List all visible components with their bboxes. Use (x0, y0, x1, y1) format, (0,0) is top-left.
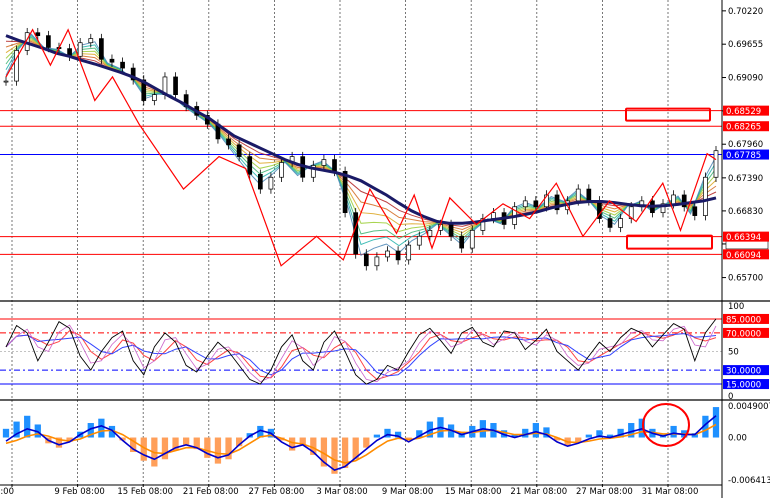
macd-histogram-bar (24, 415, 31, 438)
price-level-label: 0.66394 (726, 233, 761, 243)
candle-body (77, 42, 83, 57)
candle-body (342, 171, 348, 214)
candle-body (416, 235, 422, 246)
candle-body (469, 230, 475, 249)
macd-histogram-bar (214, 437, 222, 464)
candle-body (459, 235, 465, 249)
macd-histogram-bar (575, 437, 582, 442)
x-tick-label: 15 Mar 08:00 (445, 487, 502, 497)
candle-body (406, 244, 412, 261)
x-tick-label: 21 Feb 08:00 (183, 487, 239, 497)
macd-histogram-bar (585, 434, 592, 438)
y-tick-label: 0.69090 (728, 74, 763, 84)
candle-body (353, 212, 359, 255)
y-tick-label: -0.006413 (728, 476, 770, 486)
macd-histogram-bar (161, 437, 169, 460)
y-tick-label: 0.70220 (728, 7, 763, 17)
osc-level-label: 85.0000 (726, 315, 761, 325)
osc-level-label: 15.0000 (726, 381, 761, 391)
price-level-label: 0.68529 (726, 107, 761, 117)
osc-level-label: 30.0000 (726, 367, 761, 377)
y-tick-label: 0.69655 (728, 40, 763, 50)
x-tick-label: 27 Mar 08:00 (576, 487, 633, 497)
candle-body (363, 253, 369, 267)
candle-body (491, 212, 496, 219)
candle-body (109, 58, 115, 63)
price-level-label: 0.67785 (726, 151, 761, 161)
candle-body (374, 256, 380, 267)
candle-body (607, 218, 613, 228)
candle-body (321, 159, 327, 166)
candle-body (3, 80, 9, 83)
x-tick-label: 15 Feb 08:00 (117, 487, 173, 497)
candle-body (247, 156, 253, 175)
macd-histogram-bar (670, 425, 677, 438)
candle-body (88, 38, 94, 44)
candle-body (522, 200, 528, 208)
macd-histogram-bar (2, 428, 10, 438)
candle-body (332, 159, 337, 172)
candle-body (226, 138, 231, 146)
y-tick-label: 0.65700 (728, 274, 763, 284)
candle-body (427, 230, 433, 237)
candle-body (99, 38, 104, 60)
y-tick-label: 0.67960 (728, 140, 763, 150)
x-tick-label: 21 Mar 08:00 (510, 487, 567, 497)
candle-body (395, 250, 401, 261)
osc-level-label: 70.0000 (726, 329, 761, 339)
macd-histogram-bar (712, 407, 720, 438)
macd-histogram-bar (183, 437, 190, 445)
chart-window: b 08:00 9 Feb 08:00 15 Feb 08:00 21 Feb 08:… (0, 0, 770, 498)
y-tick-label: 0.66830 (728, 207, 763, 217)
y-tick-label: 0.67390 (728, 174, 763, 184)
x-tick-label: 27 Feb 08:00 (249, 487, 305, 497)
candle-body (713, 150, 719, 178)
x-tick-label: 31 Mar 08:00 (642, 487, 699, 497)
y-tick-label: 50 (728, 348, 739, 358)
candle-body (385, 250, 390, 258)
candle-body (671, 194, 676, 205)
candle-body (257, 173, 263, 190)
candle-body (236, 144, 242, 157)
macd-histogram-bar (363, 437, 370, 448)
macd-histogram-bar (522, 428, 529, 438)
candle-body (448, 224, 454, 237)
x-tick-label: b 08:00 (0, 487, 14, 497)
price-level-label: 0.68265 (726, 123, 761, 133)
macd-histogram-bar (532, 423, 539, 438)
y-tick-label: 100 (728, 302, 744, 312)
candle-body (618, 218, 623, 228)
macd-histogram-bar (288, 437, 296, 451)
macd-histogram-bar (373, 434, 381, 438)
y-tick-label: 0.00 (728, 434, 747, 444)
y-tick-label: 0.0049007 (728, 402, 770, 412)
macd-histogram-bar (98, 418, 105, 438)
candle-body (120, 61, 125, 69)
x-tick-label: 3 Mar 08:00 (316, 487, 367, 497)
candle-body (575, 188, 581, 202)
chart-canvas: b 08:00 9 Feb 08:00 15 Feb 08:00 21 Feb 08:… (0, 0, 770, 498)
x-tick-label: 9 Feb 08:00 (54, 487, 104, 497)
candle-body (692, 206, 698, 216)
candle-body (35, 32, 41, 36)
price-level-label: 0.66094 (726, 251, 761, 261)
candle-body (268, 176, 274, 190)
x-tick-label: 9 Mar 08:00 (382, 487, 433, 497)
candle-body (533, 200, 539, 208)
candle-body (586, 188, 592, 202)
candle-body (152, 94, 157, 101)
candle-body (46, 35, 51, 48)
candle-body (703, 176, 708, 216)
candle-body (279, 162, 284, 178)
candle-body (173, 76, 178, 95)
y-tick-label: 0 (728, 392, 733, 402)
